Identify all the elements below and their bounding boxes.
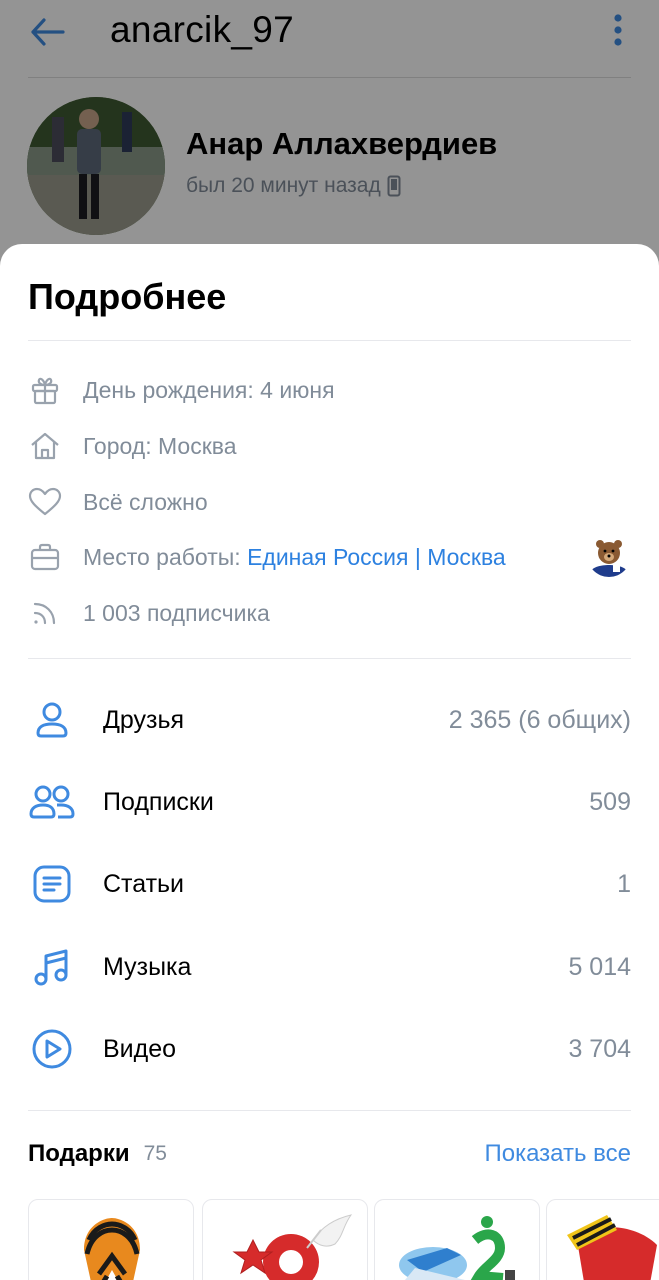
work-text: Место работы: Единая Россия | Москва [83, 544, 506, 571]
stat-articles[interactable]: Статьи 1 [28, 854, 631, 914]
stat-label: Друзья [103, 705, 185, 734]
gifts-count: 75 [143, 1142, 167, 1165]
info-birthday: День рождения: 4 июня [28, 370, 631, 410]
stat-label: Статьи [103, 869, 185, 898]
sheet-title: Подробнее [28, 276, 227, 317]
details-sheet: Подробнее День рождения: 4 июня Город: М… [0, 244, 659, 1280]
stat-subscriptions[interactable]: Подписки 509 [28, 772, 631, 832]
stat-value: 5 014 [568, 952, 631, 981]
divider [28, 1110, 631, 1111]
relationship-text: Всё сложно [83, 488, 208, 515]
play-circle-icon [28, 1025, 76, 1073]
gifts-title: Подарки [28, 1140, 130, 1167]
briefcase-icon [28, 540, 62, 574]
red-ribbon-gift-icon [567, 1215, 657, 1280]
divider [28, 658, 631, 659]
divider [28, 340, 631, 341]
st-george-ribbon-icon [84, 1218, 140, 1280]
show-all-gifts-link[interactable]: Показать все [484, 1140, 631, 1168]
stat-label: Видео [103, 1034, 177, 1063]
stat-value: 1 [617, 869, 631, 898]
stat-video[interactable]: Видео 3 704 [28, 1019, 631, 1079]
city-text: Город: Москва [83, 432, 237, 459]
stat-music[interactable]: Музыка 5 014 [28, 937, 631, 997]
stat-label: Подписки [103, 787, 214, 816]
stat-friends[interactable]: Друзья 2 365 (6 общих) [28, 690, 631, 750]
birthday-text: День рождения: 4 июня [83, 376, 335, 403]
gift-item[interactable] [546, 1199, 659, 1280]
stat-value: 3 704 [568, 1034, 631, 1063]
work-logo[interactable] [587, 533, 631, 577]
victory-day-gift-icon [232, 1214, 353, 1280]
stat-label: Музыка [103, 952, 192, 981]
info-city: Город: Москва [28, 426, 631, 466]
rss-icon [28, 596, 62, 630]
work-link[interactable]: Единая Россия | Москва [247, 544, 506, 570]
gift-icon [28, 373, 62, 407]
followers-text: 1 003 подписчика [83, 599, 270, 626]
users-icon [28, 778, 76, 826]
airshow-gift-icon [399, 1216, 515, 1280]
home-icon [28, 429, 62, 463]
info-followers[interactable]: 1 003 подписчика [28, 593, 631, 633]
stat-value: 2 365 (6 общих) [448, 705, 631, 734]
info-work: Место работы: Единая Россия | Москва [28, 533, 631, 577]
gifts-list [28, 1199, 659, 1280]
heart-icon [28, 485, 62, 519]
gifts-header: Подарки 75 Показать все [28, 1134, 631, 1174]
gift-item[interactable] [374, 1199, 540, 1280]
article-icon [28, 860, 76, 908]
work-label: Место работы: [83, 543, 248, 570]
music-icon [28, 943, 76, 991]
gift-item[interactable] [202, 1199, 368, 1280]
user-icon [28, 696, 76, 744]
stat-value: 509 [589, 787, 631, 816]
gift-item[interactable] [28, 1199, 194, 1280]
info-relationship: Всё сложно [28, 482, 631, 522]
